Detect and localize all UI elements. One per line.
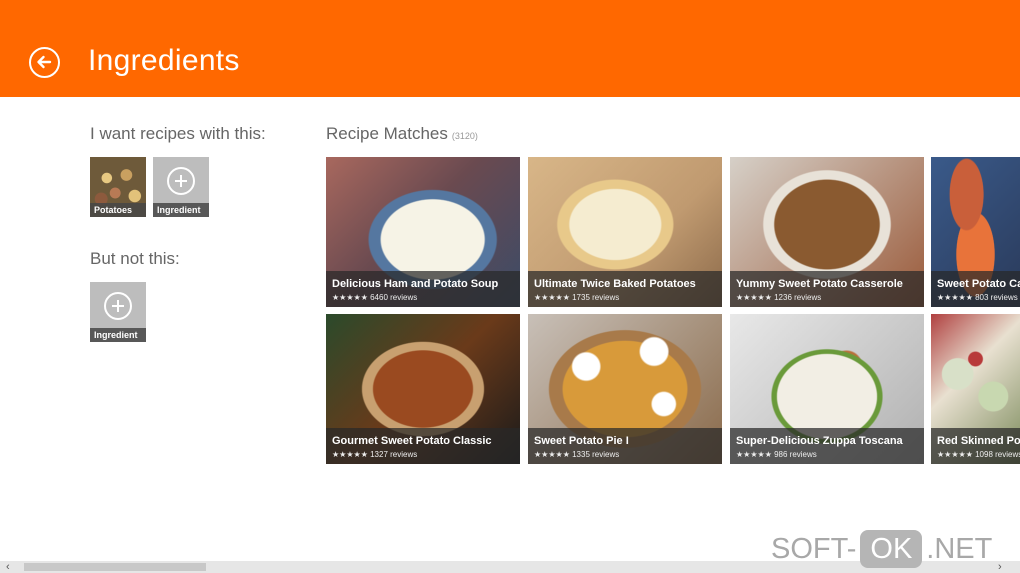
watermark-text: SOFT- (771, 532, 857, 565)
recipe-tile[interactable]: Yummy Sweet Potato Casserole ★★★★★ 1236 … (730, 157, 924, 307)
recipe-tile[interactable]: Ultimate Twice Baked Potatoes ★★★★★ 1735… (528, 157, 722, 307)
rating-stars: ★★★★★ (534, 293, 570, 302)
chip-label: Potatoes (90, 203, 146, 217)
recipe-caption: Yummy Sweet Potato Casserole ★★★★★ 1236 … (730, 271, 924, 307)
plus-icon (104, 292, 132, 320)
recipe-matches-count: (3120) (451, 131, 478, 141)
recipe-name: Delicious Ham and Potato Soup (332, 278, 499, 290)
recipe-matches-title: Recipe Matches (326, 124, 448, 143)
watermark: SOFT- OK .NET (771, 529, 992, 569)
recipe-name: Super-Delicious Zuppa Toscana (736, 435, 903, 447)
review-count: 1236 reviews (774, 293, 822, 302)
scroll-right-arrow-icon[interactable]: › (998, 561, 1010, 573)
rating-stars: ★★★★★ (736, 450, 772, 459)
watermark-text: .NET (926, 532, 993, 565)
recipe-caption: Delicious Ham and Potato Soup ★★★★★ 6460… (326, 271, 520, 307)
exclude-label: But not this: (90, 249, 180, 268)
scrollbar-thumb[interactable] (24, 563, 206, 571)
recipe-tile[interactable]: Sweet Potato Cas ★★★★★ 803 reviews (931, 157, 1020, 307)
rating-stars: ★★★★★ (332, 293, 368, 302)
rating-stars: ★★★★★ (736, 293, 772, 302)
add-include-ingredient-button[interactable]: Ingredient (153, 157, 209, 217)
review-count: 1335 reviews (572, 450, 620, 459)
page-title: Ingredients (88, 44, 240, 77)
recipe-matches-heading: Recipe Matches (3120) (326, 124, 478, 144)
recipe-name: Ultimate Twice Baked Potatoes (534, 278, 696, 290)
watermark-badge: OK (860, 530, 923, 568)
recipe-caption: Super-Delicious Zuppa Toscana ★★★★★ 986 … (730, 428, 924, 464)
recipe-tile[interactable]: Gourmet Sweet Potato Classic ★★★★★ 1327 … (326, 314, 520, 464)
plus-icon (167, 167, 195, 195)
app-header: Ingredients (0, 0, 1020, 97)
rating-stars: ★★★★★ (332, 450, 368, 459)
recipe-caption: Gourmet Sweet Potato Classic ★★★★★ 1327 … (326, 428, 520, 464)
scroll-left-arrow-icon[interactable]: ‹ (6, 561, 18, 573)
include-label: I want recipes with this: (90, 124, 266, 143)
recipe-caption: Sweet Potato Cas ★★★★★ 803 reviews (931, 271, 1020, 307)
rating-stars: ★★★★★ (534, 450, 570, 459)
recipe-name: Red Skinned Pota (937, 435, 1020, 447)
review-count: 1735 reviews (572, 293, 620, 302)
rating-stars: ★★★★★ (937, 450, 973, 459)
recipe-name: Yummy Sweet Potato Casserole (736, 278, 903, 290)
recipe-name: Sweet Potato Pie I (534, 435, 629, 447)
review-count: 1098 reviews (975, 450, 1020, 459)
review-count: 1327 reviews (370, 450, 418, 459)
ingredient-chip-potatoes[interactable]: Potatoes (90, 157, 146, 217)
recipe-tile[interactable]: Delicious Ham and Potato Soup ★★★★★ 6460… (326, 157, 520, 307)
recipe-tile[interactable]: Super-Delicious Zuppa Toscana ★★★★★ 986 … (730, 314, 924, 464)
recipe-name: Sweet Potato Cas (937, 278, 1020, 290)
recipe-caption: Sweet Potato Pie I ★★★★★ 1335 reviews (528, 428, 722, 464)
recipe-name: Gourmet Sweet Potato Classic (332, 435, 492, 447)
review-count: 6460 reviews (370, 293, 418, 302)
rating-stars: ★★★★★ (937, 293, 973, 302)
back-button[interactable] (29, 47, 60, 78)
add-exclude-ingredient-button[interactable]: Ingredient (90, 282, 146, 342)
chip-label: Ingredient (90, 328, 146, 342)
back-arrow-icon (37, 55, 52, 69)
recipe-tile[interactable]: Red Skinned Pota ★★★★★ 1098 reviews (931, 314, 1020, 464)
recipe-caption: Red Skinned Pota ★★★★★ 1098 reviews (931, 428, 1020, 464)
recipe-caption: Ultimate Twice Baked Potatoes ★★★★★ 1735… (528, 271, 722, 307)
chip-label: Ingredient (153, 203, 209, 217)
review-count: 803 reviews (975, 293, 1018, 302)
review-count: 986 reviews (774, 450, 817, 459)
recipe-tile[interactable]: Sweet Potato Pie I ★★★★★ 1335 reviews (528, 314, 722, 464)
